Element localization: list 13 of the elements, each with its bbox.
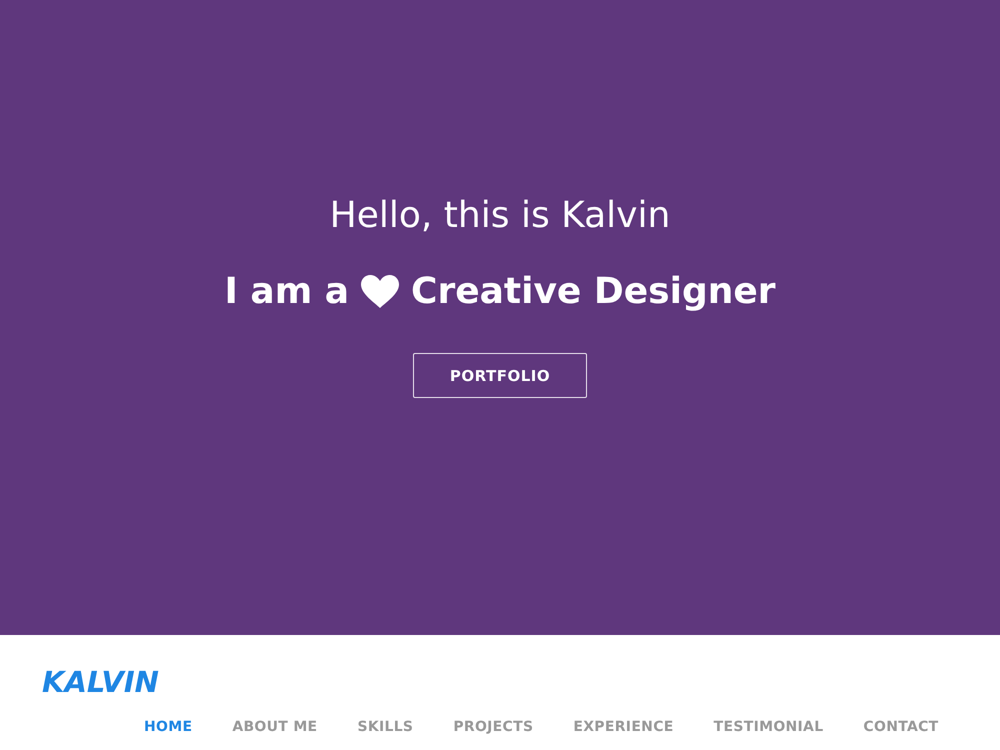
site-logo[interactable]: KALVIN (42, 665, 159, 699)
hero-headline-role: Creative Designer (411, 270, 776, 313)
nav-link[interactable]: CONTACT (863, 719, 939, 736)
portfolio-button[interactable]: PORTFOLIO (413, 353, 587, 398)
heart-icon (361, 275, 400, 308)
nav-link[interactable]: HOME (144, 719, 192, 736)
hero-headline-lead: I am a (224, 270, 350, 313)
hero-greeting: Hello, this is Kalvin (330, 194, 670, 237)
nav-link[interactable]: EXPERIENCE (573, 719, 674, 736)
nav-link[interactable]: ABOUT ME (232, 719, 318, 736)
nav-link[interactable]: SKILLS (357, 719, 414, 736)
nav-link[interactable]: PROJECTS (453, 719, 534, 736)
nav-link[interactable]: TESTIMONIAL (714, 719, 824, 736)
